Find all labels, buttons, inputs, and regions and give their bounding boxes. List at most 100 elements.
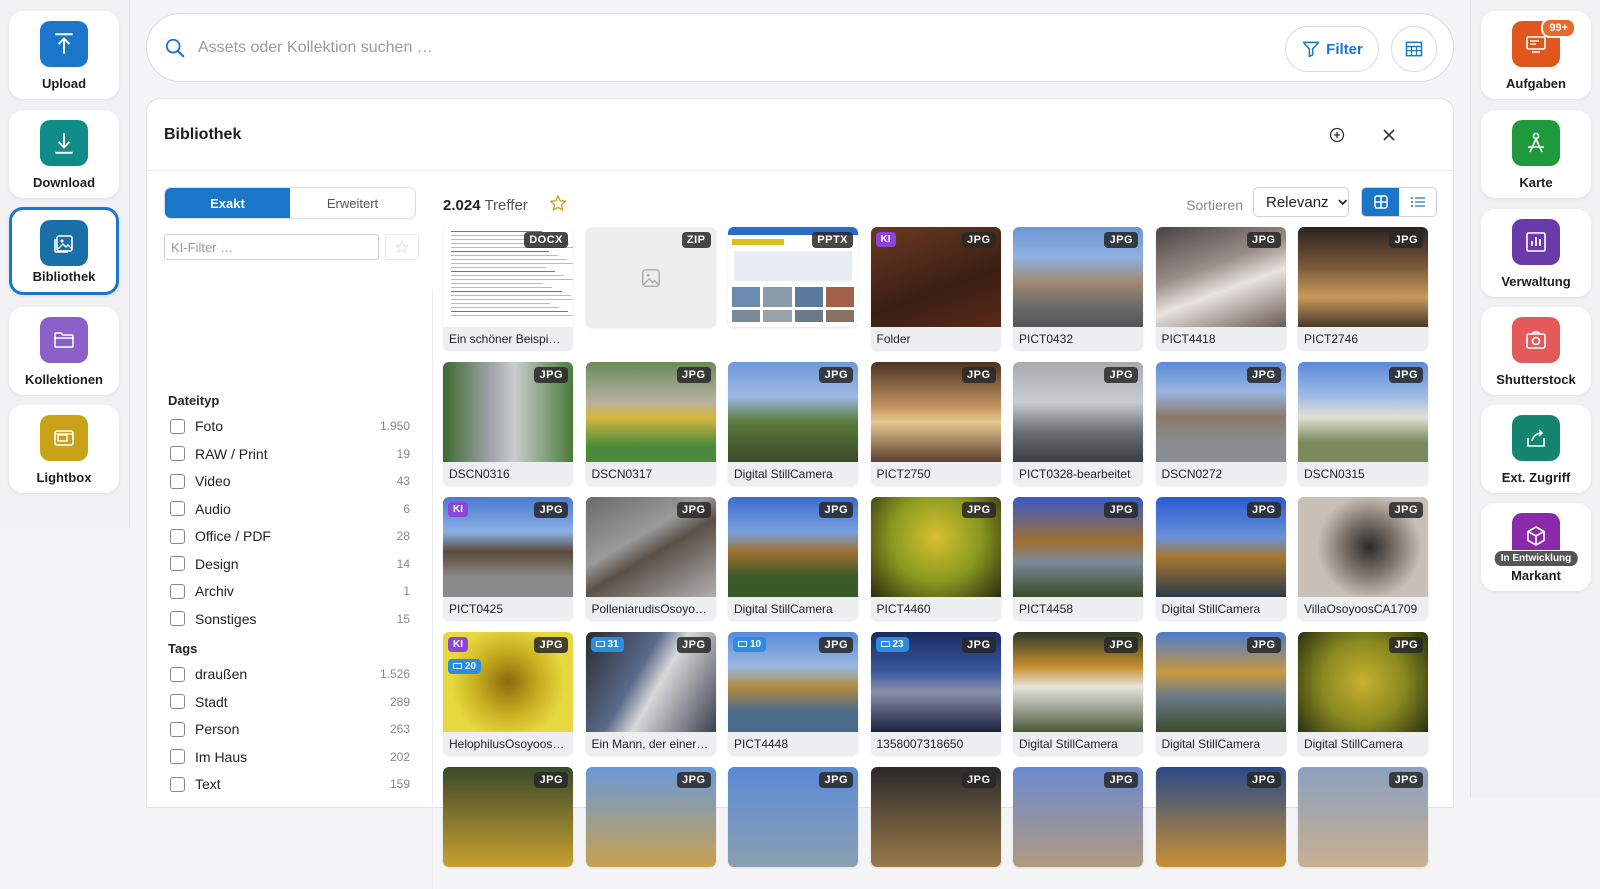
nav-karte-button[interactable]: Karte <box>1481 110 1591 198</box>
filetypes-filter-option[interactable]: Audio 6 <box>170 499 410 519</box>
asset-name: Folder <box>870 327 1001 350</box>
ki-filter-star-button[interactable] <box>385 234 419 260</box>
mode-exact-button[interactable]: Exakt <box>165 188 290 218</box>
nav-lightbox-button[interactable]: Lightbox <box>9 405 119 493</box>
tag-count-badge: 23 <box>875 637 909 652</box>
checkbox[interactable] <box>170 721 185 737</box>
asset-tile[interactable]: JPG <box>585 767 716 867</box>
tags-filter-option[interactable]: draußen 1.526 <box>170 664 410 684</box>
filetypes-filter-option[interactable]: Video 43 <box>170 471 410 491</box>
nav-shutterstock-button[interactable]: Shutterstock <box>1481 307 1591 395</box>
filetypes-filter-option[interactable]: RAW / Print 19 <box>170 444 410 464</box>
asset-tile[interactable]: JPG KI PICT0425 <box>443 497 573 620</box>
asset-tile[interactable]: JPG KI 20 HelophilusOsoyoos… <box>443 632 573 755</box>
asset-tile[interactable]: JPG <box>1298 767 1428 867</box>
nav-verwaltung-button[interactable]: Verwaltung <box>1481 209 1591 297</box>
asset-tile[interactable]: JPG <box>443 767 573 867</box>
nav-bibliothek-button[interactable]: Bibliothek <box>9 207 119 295</box>
checkbox[interactable] <box>170 473 185 489</box>
asset-tile[interactable]: ZIP <box>585 227 716 327</box>
nav-download-button[interactable]: Download <box>9 110 119 198</box>
tag-icon <box>595 641 605 648</box>
checkbox[interactable] <box>170 556 185 571</box>
ki-filter-input[interactable] <box>164 234 379 260</box>
asset-tile[interactable]: JPG <box>1155 767 1286 867</box>
nav-kollektionen-button[interactable]: Kollektionen <box>9 307 119 395</box>
favorite-search-button[interactable] <box>549 194 567 217</box>
list-view-button[interactable] <box>1399 188 1436 216</box>
search-input[interactable] <box>198 38 1198 57</box>
tags-filter-option[interactable]: Im Haus 202 <box>170 747 410 767</box>
asset-name: Digital StillCamera <box>728 462 858 485</box>
asset-tile[interactable]: JPG Digital StillCamera <box>1155 497 1286 620</box>
asset-tile[interactable]: JPG PICT4460 <box>870 497 1001 620</box>
mode-extended-button[interactable]: Erweitert <box>290 188 415 218</box>
asset-tile[interactable]: JPG 31 Ein Mann, der einer… <box>585 632 716 755</box>
filetypes-filter-option[interactable]: Foto 1.950 <box>170 416 410 436</box>
checkbox[interactable] <box>170 749 185 764</box>
option-count: 263 <box>389 722 410 736</box>
asset-tile[interactable]: JPG Digital StillCamera <box>1013 632 1143 755</box>
asset-tile[interactable]: JPG KI Folder <box>870 227 1001 350</box>
checkbox[interactable] <box>170 418 185 434</box>
checkbox[interactable] <box>170 611 185 626</box>
filetypes-filter-option[interactable]: Archiv 1 <box>170 581 410 601</box>
ki-badge: KI <box>448 502 468 517</box>
asset-tile[interactable]: JPG DSCN0316 <box>443 362 573 485</box>
add-button[interactable] <box>1327 125 1347 145</box>
asset-tile[interactable]: JPG PICT4418 <box>1155 227 1286 350</box>
checkbox[interactable] <box>170 776 185 792</box>
filetypes-filter-option[interactable]: Office / PDF 28 <box>170 526 410 546</box>
asset-tile[interactable]: JPG PICT4458 <box>1013 497 1143 620</box>
checkbox[interactable] <box>170 583 185 599</box>
tags-filter-option[interactable]: Stadt 289 <box>170 692 410 712</box>
nav-upload-button[interactable]: Upload <box>9 11 119 99</box>
tag-count-badge: 31 <box>590 637 624 652</box>
panel-header: Bibliothek <box>147 99 1453 171</box>
asset-tile[interactable]: JPG 23 1358007318650 <box>870 632 1001 755</box>
filetype-section-title: Dateityp <box>168 393 220 408</box>
notification-badge: 99+ <box>1541 18 1576 38</box>
asset-tile[interactable]: JPG DSCN0272 <box>1155 362 1286 485</box>
asset-tile[interactable]: JPG VillaOsoyoosCA1709 <box>1298 497 1428 620</box>
asset-tile[interactable]: DOCX Ein schöner Beispie… <box>443 227 573 350</box>
nav-markant-button[interactable]: In Entwicklung Markant <box>1481 503 1591 591</box>
asset-tile[interactable]: JPG Digital StillCamera <box>728 497 858 620</box>
asset-tile[interactable]: JPG DSCN0317 <box>585 362 716 485</box>
filter-button[interactable]: Filter <box>1285 26 1379 72</box>
asset-tile[interactable]: JPG PICT2750 <box>870 362 1001 485</box>
asset-tile[interactable]: JPG <box>870 767 1001 867</box>
checkbox[interactable] <box>170 528 185 544</box>
nav-ext-zugriff-button[interactable]: Ext. Zugriff <box>1481 405 1591 493</box>
asset-tile[interactable]: JPG PICT0328-bearbeitet <box>1013 362 1143 485</box>
asset-name: PICT0432 <box>1013 327 1143 350</box>
asset-tile[interactable]: PPTX <box>728 227 858 327</box>
asset-tile[interactable]: JPG PolleniarudisOsoyo… <box>585 497 716 620</box>
filetypes-filter-option[interactable]: Sonstiges 15 <box>170 609 410 629</box>
tags-filter-option[interactable]: Person 263 <box>170 719 410 739</box>
checkbox[interactable] <box>170 666 185 682</box>
checkbox[interactable] <box>170 446 185 461</box>
asset-tile[interactable]: JPG <box>1013 767 1143 867</box>
filetypes-filter-option[interactable]: Design 14 <box>170 554 410 574</box>
asset-tile[interactable]: JPG 10 PICT4448 <box>728 632 858 755</box>
asset-tile[interactable]: JPG PICT2746 <box>1298 227 1428 350</box>
asset-tile[interactable]: JPG Digital StillCamera <box>1298 632 1428 755</box>
checkbox[interactable] <box>170 694 185 709</box>
table-view-button[interactable] <box>1391 26 1437 72</box>
asset-tile[interactable]: JPG Digital StillCamera <box>1155 632 1286 755</box>
tags-filter-option[interactable]: Text 159 <box>170 774 410 794</box>
nav-aufgaben-button[interactable]: 99+ Aufgaben <box>1481 11 1591 99</box>
filetype-badge: JPG <box>676 502 711 518</box>
asset-tile[interactable]: JPG <box>728 767 858 867</box>
asset-tile[interactable]: JPG PICT0432 <box>1013 227 1143 350</box>
asset-name: Digital StillCamera <box>728 597 858 620</box>
sort-label: Sortieren <box>1186 197 1243 213</box>
filetype-badge: JPG <box>961 772 996 788</box>
asset-tile[interactable]: JPG DSCN0315 <box>1298 362 1428 485</box>
close-button[interactable] <box>1379 125 1399 145</box>
asset-tile[interactable]: JPG Digital StillCamera <box>728 362 858 485</box>
grid-view-button[interactable] <box>1362 188 1399 216</box>
sort-select[interactable]: Relevanz <box>1253 187 1349 217</box>
checkbox[interactable] <box>170 501 185 516</box>
